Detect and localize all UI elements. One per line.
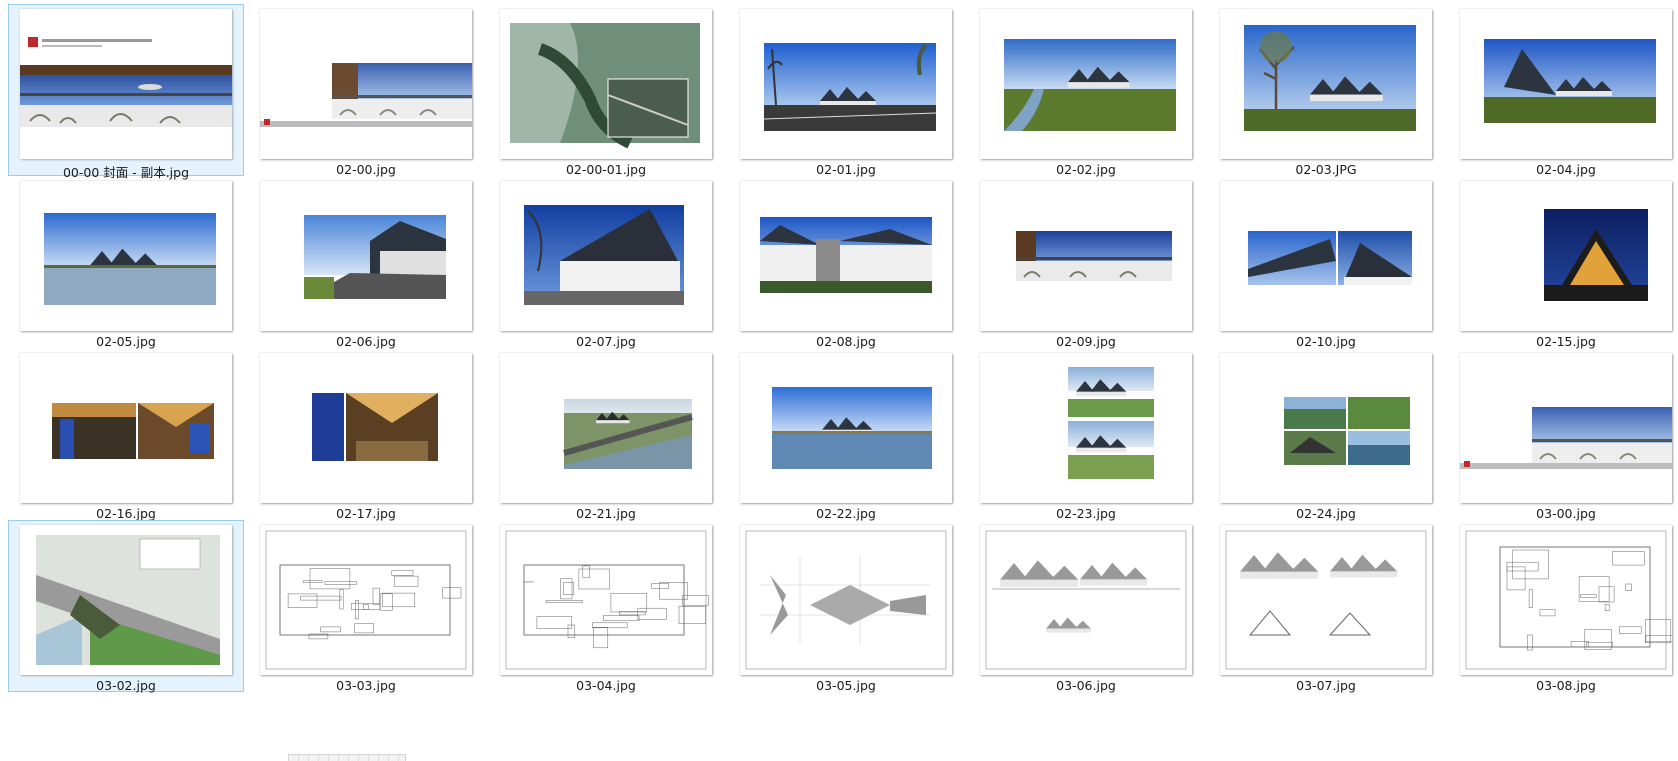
file-thumbnail (740, 181, 952, 331)
file-item[interactable]: 03-06.jpg (968, 520, 1204, 693)
file-name: 02-24.jpg (1296, 506, 1356, 521)
file-item[interactable]: 00-00 封面 - 副本.jpg (8, 4, 244, 180)
file-item[interactable]: 03-04.jpg (488, 520, 724, 693)
file-thumbnail (500, 181, 712, 331)
file-thumbnail (980, 353, 1192, 503)
file-thumbnail (500, 9, 712, 159)
file-name: 02-00-01.jpg (565, 162, 647, 177)
file-name: 02-01.jpg (816, 162, 876, 177)
file-item[interactable]: 02-02.jpg (968, 4, 1204, 177)
file-item[interactable]: 02-03.JPG (1208, 4, 1444, 177)
file-thumbnail (20, 9, 232, 159)
file-thumbnail (980, 9, 1192, 159)
file-item[interactable]: 03-00.jpg (1448, 348, 1678, 521)
file-thumbnail (980, 525, 1192, 675)
file-name: 02-08.jpg (816, 334, 876, 349)
file-name: 02-17.jpg (336, 506, 396, 521)
file-thumbnail (1460, 181, 1672, 331)
file-thumbnail-grid: 00-00 封面 - 副本.jpg 02-00.jpg 02-00-01.jpg… (0, 0, 1678, 761)
file-name: 02-05.jpg (96, 334, 156, 349)
file-name: 02-21.jpg (576, 506, 636, 521)
file-item[interactable]: 02-23.jpg (968, 348, 1204, 521)
file-thumbnail (260, 9, 472, 159)
file-item[interactable]: 02-00-01.jpg (488, 4, 724, 177)
file-thumbnail (260, 525, 472, 675)
file-thumbnail (20, 181, 232, 331)
file-name: 02-07.jpg (576, 334, 636, 349)
partial-thumbnail-edge (288, 754, 406, 761)
file-name: 02-22.jpg (816, 506, 876, 521)
file-thumbnail (1220, 181, 1432, 331)
file-item[interactable]: 03-03.jpg (248, 520, 484, 693)
file-thumbnail (740, 9, 952, 159)
file-name: 02-02.jpg (1056, 162, 1116, 177)
file-thumbnail (1460, 9, 1672, 159)
file-thumbnail (1460, 525, 1672, 675)
file-name: 02-06.jpg (336, 334, 396, 349)
file-item[interactable]: 02-09.jpg (968, 176, 1204, 349)
file-thumbnail (740, 525, 952, 675)
file-item[interactable]: 02-05.jpg (8, 176, 244, 349)
file-item[interactable]: 02-16.jpg (8, 348, 244, 521)
file-name: 03-02.jpg (96, 678, 156, 693)
file-name: 03-04.jpg (576, 678, 636, 693)
file-name: 02-03.JPG (1295, 162, 1357, 177)
file-item[interactable]: 03-07.jpg (1208, 520, 1444, 693)
file-thumbnail (1220, 525, 1432, 675)
file-name: 03-05.jpg (816, 678, 876, 693)
file-item[interactable]: 02-06.jpg (248, 176, 484, 349)
file-thumbnail (1220, 353, 1432, 503)
file-name: 03-06.jpg (1056, 678, 1116, 693)
file-item[interactable]: 02-00.jpg (248, 4, 484, 177)
file-thumbnail (980, 181, 1192, 331)
file-item[interactable]: 02-01.jpg (728, 4, 964, 177)
file-name: 02-09.jpg (1056, 334, 1116, 349)
file-thumbnail (1220, 9, 1432, 159)
file-thumbnail (260, 181, 472, 331)
file-name: 02-00.jpg (336, 162, 396, 177)
file-thumbnail (740, 353, 952, 503)
file-name: 03-00.jpg (1536, 506, 1596, 521)
file-item[interactable]: 03-02.jpg (8, 520, 244, 693)
file-name: 02-15.jpg (1536, 334, 1596, 349)
file-item[interactable]: 02-22.jpg (728, 348, 964, 521)
file-thumbnail (20, 353, 232, 503)
file-name: 03-03.jpg (336, 678, 396, 693)
file-name: 02-04.jpg (1536, 162, 1596, 177)
file-item[interactable]: 02-21.jpg (488, 348, 724, 521)
file-item[interactable]: 02-04.jpg (1448, 4, 1678, 177)
file-thumbnail (500, 525, 712, 675)
file-item[interactable]: 02-08.jpg (728, 176, 964, 349)
file-thumbnail (20, 525, 232, 675)
file-name: 02-23.jpg (1056, 506, 1116, 521)
file-item[interactable]: 02-07.jpg (488, 176, 724, 349)
file-item[interactable]: 02-24.jpg (1208, 348, 1444, 521)
file-name: 03-07.jpg (1296, 678, 1356, 693)
file-item[interactable]: 03-05.jpg (728, 520, 964, 693)
file-thumbnail (1460, 353, 1672, 503)
file-name: 02-10.jpg (1296, 334, 1356, 349)
file-name: 02-16.jpg (96, 506, 156, 521)
file-thumbnail (500, 353, 712, 503)
file-item[interactable]: 02-15.jpg (1448, 176, 1678, 349)
file-thumbnail (260, 353, 472, 503)
file-item[interactable]: 03-08.jpg (1448, 520, 1678, 693)
file-name: 03-08.jpg (1536, 678, 1596, 693)
file-item[interactable]: 02-17.jpg (248, 348, 484, 521)
file-item[interactable]: 02-10.jpg (1208, 176, 1444, 349)
